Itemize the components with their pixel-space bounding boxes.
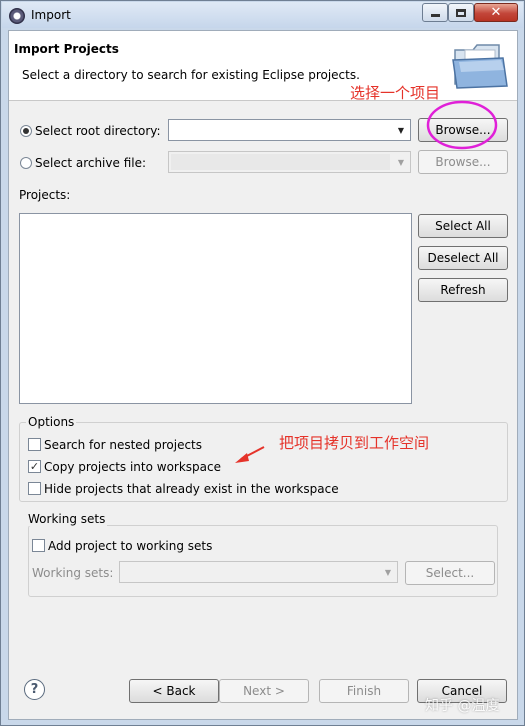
- nested-projects-label: Search for nested projects: [44, 438, 203, 452]
- page-title: Import Projects: [14, 42, 119, 56]
- watermark: 知乎 @温度: [425, 698, 500, 714]
- working-sets-combo[interactable]: ▼: [119, 561, 398, 583]
- add-to-working-sets-label: Add project to working sets: [48, 539, 213, 553]
- dropdown-arrow-icon[interactable]: ▼: [379, 562, 397, 582]
- wizard-header: Import Projects Select a directory to se…: [9, 31, 517, 102]
- back-button[interactable]: < Back: [129, 679, 219, 703]
- annotation-select-project: 选择一个项目: [350, 84, 441, 102]
- select-all-button[interactable]: Select All: [418, 214, 508, 238]
- options-group-title: Options: [26, 415, 77, 429]
- select-working-sets-button[interactable]: Select...: [405, 561, 495, 585]
- projects-label: Projects:: [19, 188, 71, 202]
- folder-icon: [452, 44, 508, 89]
- working-sets-label: Working sets:: [32, 566, 114, 580]
- browse-archive-button[interactable]: Browse...: [418, 150, 508, 174]
- hide-existing-label: Hide projects that already exist in the …: [44, 482, 339, 496]
- window-title: Import: [31, 8, 71, 22]
- archive-file-combo[interactable]: ▼: [168, 151, 411, 173]
- finish-button[interactable]: Finish: [319, 679, 409, 703]
- browse-directory-button[interactable]: Browse...: [418, 118, 508, 142]
- close-button[interactable]: ✕: [474, 3, 518, 22]
- dropdown-arrow-icon[interactable]: ▼: [392, 120, 410, 140]
- minimize-icon: [430, 14, 440, 17]
- working-sets-group-title: Working sets: [26, 512, 108, 526]
- deselect-all-button[interactable]: Deselect All: [418, 246, 508, 270]
- import-window: Import ✕ Import Projects Select a direct…: [0, 0, 525, 726]
- hide-existing-checkbox[interactable]: [28, 482, 41, 495]
- title-bar[interactable]: Import ✕: [2, 2, 523, 28]
- add-to-working-sets-checkbox[interactable]: [32, 539, 45, 552]
- page-description: Select a directory to search for existin…: [22, 68, 360, 82]
- copy-projects-label: Copy projects into workspace: [44, 460, 222, 474]
- archive-file-label: Select archive file:: [35, 156, 147, 170]
- eclipse-app-icon: [9, 8, 25, 24]
- root-directory-combo[interactable]: ▼: [168, 119, 411, 141]
- archive-combo-field: [171, 154, 390, 170]
- projects-list[interactable]: [19, 213, 412, 404]
- maximize-button[interactable]: [448, 3, 474, 22]
- next-button[interactable]: Next >: [219, 679, 309, 703]
- root-directory-label: Select root directory:: [35, 124, 161, 138]
- nested-projects-checkbox[interactable]: [28, 438, 41, 451]
- minimize-button[interactable]: [422, 3, 448, 22]
- annotation-copy-to-workspace: 把项目拷贝到工作空间: [279, 434, 430, 452]
- refresh-button[interactable]: Refresh: [418, 278, 508, 302]
- root-directory-radio[interactable]: [20, 125, 32, 137]
- maximize-icon: [456, 8, 466, 17]
- close-icon: ✕: [490, 5, 502, 20]
- archive-file-radio[interactable]: [20, 157, 32, 169]
- dropdown-arrow-icon[interactable]: ▼: [392, 152, 410, 172]
- copy-projects-checkbox[interactable]: ✓: [28, 460, 41, 473]
- help-button[interactable]: ?: [24, 679, 45, 700]
- import-dialog: Import Projects Select a directory to se…: [8, 30, 518, 720]
